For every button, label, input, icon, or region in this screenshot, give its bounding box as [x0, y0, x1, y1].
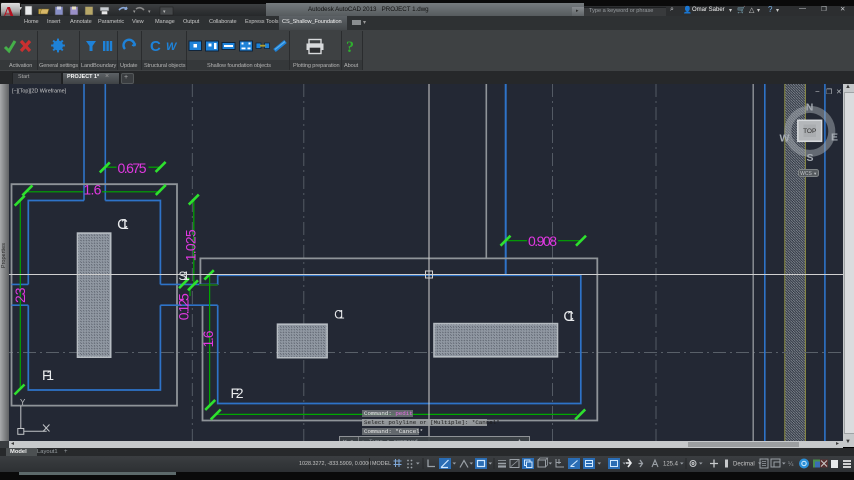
svg-text:1.6: 1.6 [200, 330, 216, 347]
svg-text:TOP: TOP [803, 128, 816, 135]
svg-text:F1: F1 [42, 367, 54, 383]
svg-text:✕: ✕ [836, 89, 842, 96]
svg-text:[−][Top][2D Wireframe]: [−][Top][2D Wireframe] [12, 89, 67, 95]
svg-text:W: W [166, 41, 178, 53]
svg-text:Y: Y [20, 398, 26, 407]
svg-text:1.6: 1.6 [83, 181, 101, 197]
svg-text:E: E [831, 132, 838, 144]
svg-text:−: − [815, 87, 820, 96]
svg-text:0.675: 0.675 [118, 160, 147, 176]
svg-text:W: W [780, 133, 790, 145]
svg-text:1.025: 1.025 [183, 229, 199, 261]
svg-text:C1: C1 [563, 309, 575, 325]
svg-text:Decimal: Decimal [733, 462, 755, 468]
svg-text:0.908: 0.908 [528, 233, 557, 249]
svg-text:WCS: WCS [800, 171, 812, 177]
svg-text:?: ? [346, 39, 354, 56]
svg-text:N: N [806, 102, 814, 114]
svg-text:¼: ¼ [788, 461, 794, 468]
svg-text:▾: ▾ [133, 9, 136, 15]
svg-text:0.125: 0.125 [176, 293, 192, 320]
svg-text:2.3: 2.3 [12, 287, 28, 303]
svg-text:S: S [806, 152, 813, 164]
svg-text:❐: ❐ [826, 88, 832, 96]
svg-text:C1: C1 [334, 309, 344, 321]
svg-text:125.4: 125.4 [663, 462, 679, 468]
svg-text:F2: F2 [231, 385, 244, 401]
svg-text:▾: ▾ [148, 9, 151, 15]
svg-text:C: C [150, 38, 161, 55]
svg-text:S1: S1 [179, 269, 190, 283]
svg-text:C1: C1 [117, 216, 129, 233]
